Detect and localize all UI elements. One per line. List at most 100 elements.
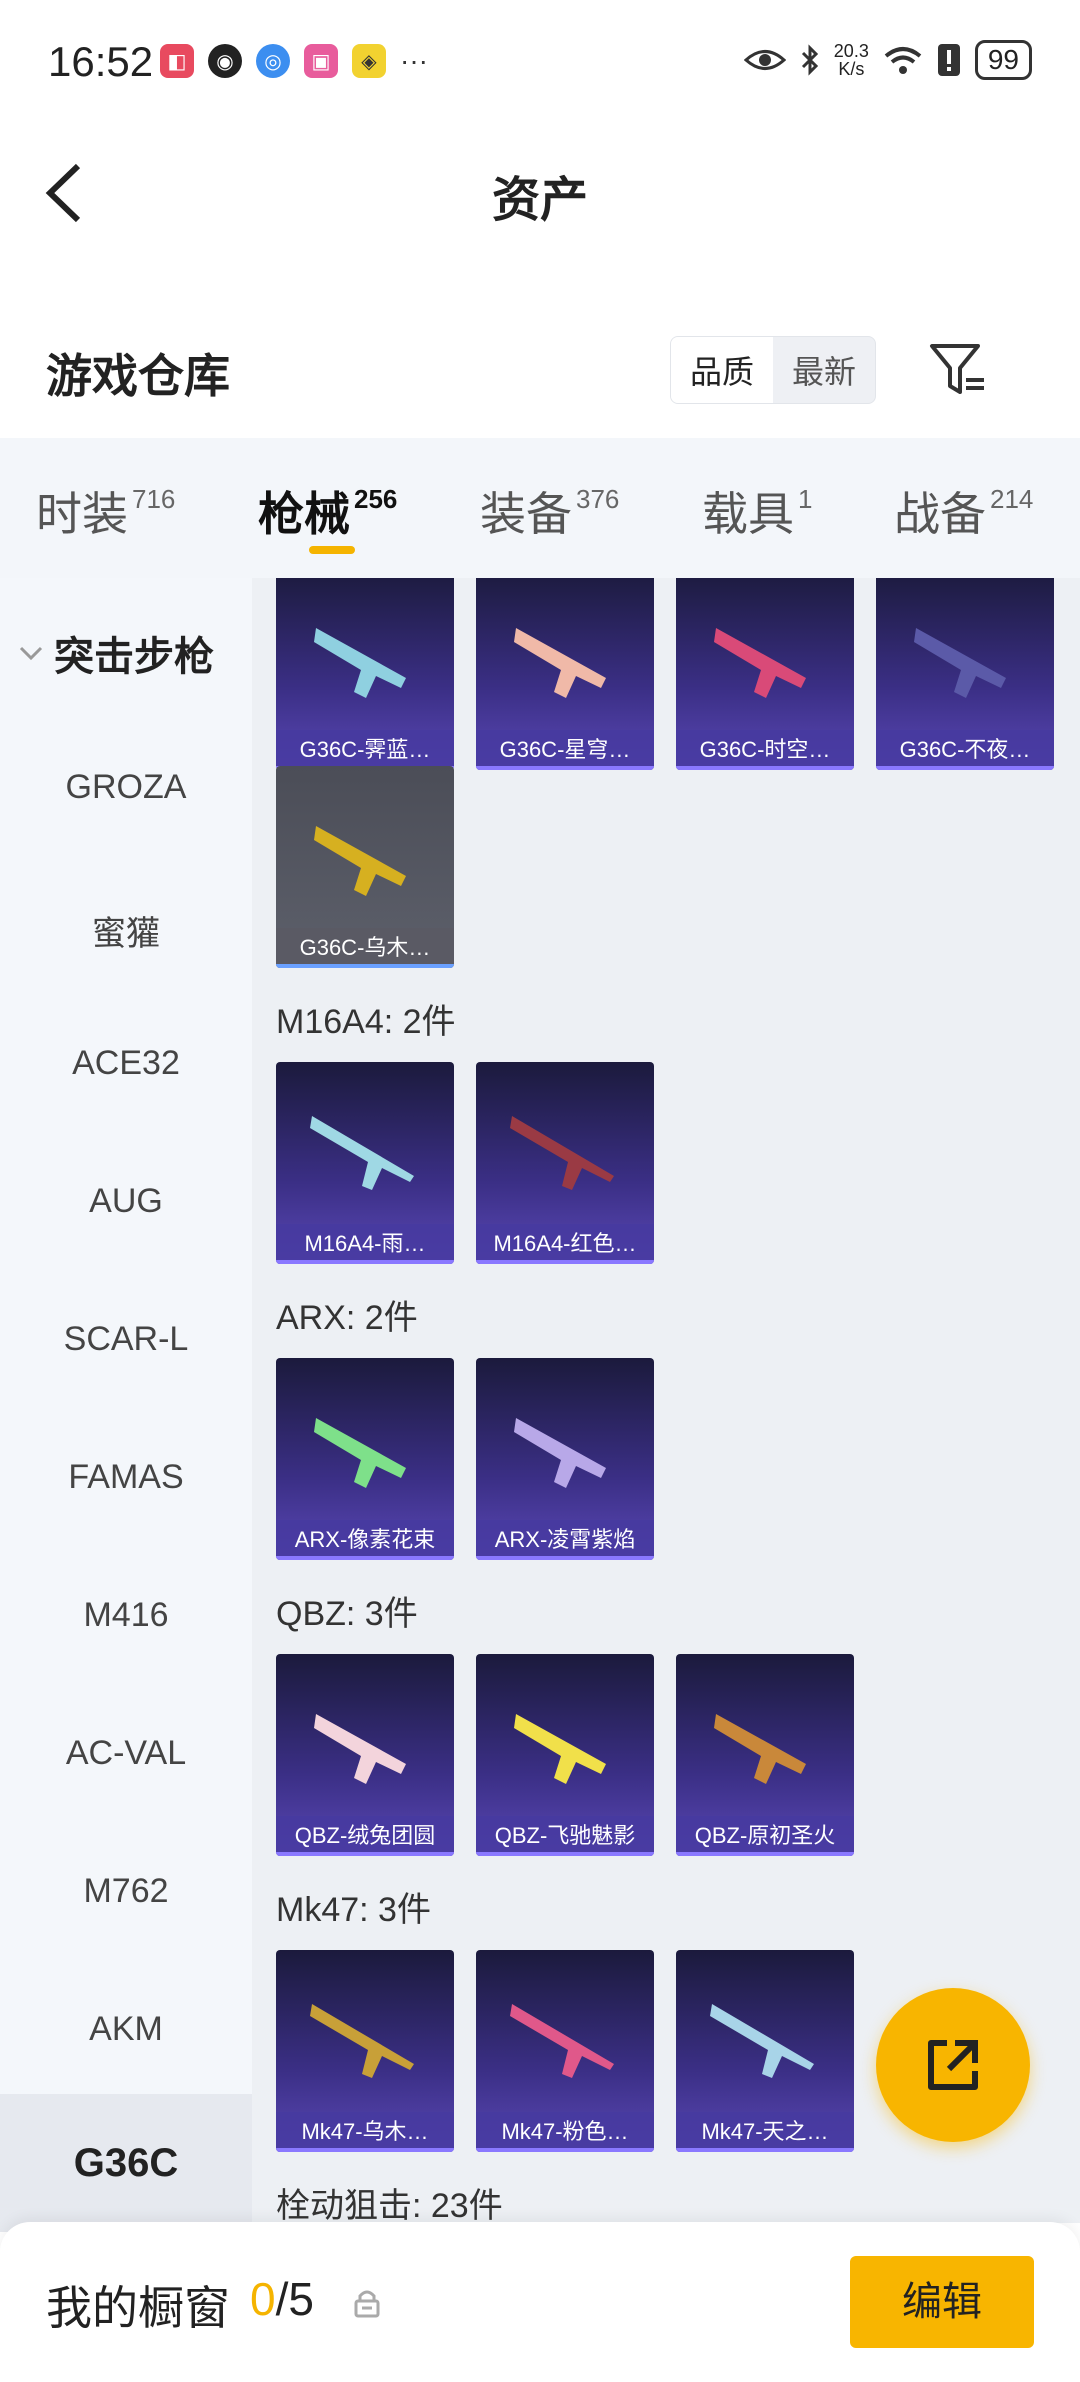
rifle-icon — [510, 2004, 614, 2078]
skin-card-label: Mk47-乌木… — [276, 2112, 454, 2152]
section-sniper-label: 栓动狙击: 23件 — [276, 2187, 503, 2223]
more-notifications-icon: ··· — [400, 45, 428, 76]
skin-card[interactable]: G36C-星穹… — [476, 578, 654, 770]
active-tab-indicator — [309, 546, 355, 554]
sidebar-item-honey-badger[interactable]: 蜜獾 — [0, 906, 252, 955]
rifle-icon — [714, 1714, 806, 1784]
section-m16a4-label: M16A4: 2件 — [276, 1003, 456, 1041]
sidebar-item-akm[interactable]: AKM — [0, 2010, 252, 2049]
skin-card[interactable]: G36C-时空… — [676, 578, 854, 770]
showcase-bar: 我的橱窗 0/5 编辑 — [0, 2222, 1080, 2382]
skin-card-label: G36C-星穹… — [476, 730, 654, 770]
rifle-icon — [710, 2004, 814, 2078]
skin-card[interactable]: G36C-不夜… — [876, 578, 1054, 770]
alert-icon — [937, 44, 960, 76]
skin-card[interactable]: G36C-霁蓝… — [276, 578, 454, 770]
filter-icon — [930, 344, 984, 394]
skin-card[interactable]: QBZ-绒兔团圆 — [276, 1654, 454, 1856]
lock-icon — [354, 2290, 380, 2318]
sidebar-item-famas[interactable]: FAMAS — [0, 1458, 252, 1497]
bluetooth-icon — [801, 44, 818, 76]
sidebar-item-scar-l[interactable]: SCAR-L — [0, 1320, 252, 1359]
tab-vehicles[interactable]: 载具 1 — [702, 478, 812, 544]
tab-equipment[interactable]: 装备 376 — [480, 478, 619, 544]
showcase-title: 我的橱窗 — [46, 2282, 230, 2334]
sidebar-item-m762[interactable]: M762 — [0, 1872, 252, 1911]
skin-card[interactable]: G36C-乌木… — [276, 766, 454, 968]
skin-card-label: Mk47-粉色… — [476, 2112, 654, 2152]
rifle-icon — [314, 628, 406, 698]
section-qbz-label: QBZ: 3件 — [276, 1595, 418, 1633]
skin-card-label: Mk47-天之… — [676, 2112, 854, 2152]
section-mk47-label: Mk47: 3件 — [276, 1891, 431, 1929]
tab-guns[interactable]: 枪械 256 — [258, 478, 397, 544]
rifle-icon — [514, 1714, 606, 1784]
skin-card-label: QBZ-飞驰魅影 — [476, 1816, 654, 1856]
skin-card[interactable]: QBZ-飞驰魅影 — [476, 1654, 654, 1856]
skin-card-label: M16A4-红色… — [476, 1224, 654, 1264]
rifle-icon — [514, 628, 606, 698]
qq-app-icon: ◉ — [208, 44, 242, 78]
weapon-skin-grid: G36C-霁蓝… G36C-星穹… G36C-时空… G36C-不夜… G36C… — [252, 578, 1080, 2223]
battery-indicator: 99 — [974, 40, 1032, 80]
page-title: 资产 — [491, 174, 588, 227]
sort-toggle: 品质 最新 — [670, 336, 876, 404]
status-app-icons: ◧ ◉ ◎ ▣ ◈ ··· — [160, 44, 428, 78]
share-float-button[interactable] — [876, 1988, 1030, 2142]
sort-quality-button[interactable]: 品质 — [671, 337, 773, 403]
skin-card-label: G36C-不夜… — [876, 730, 1054, 770]
sidebar-item-groza[interactable]: GROZA — [0, 768, 252, 807]
sidebar-item-m416[interactable]: M416 — [0, 1596, 252, 1635]
skin-card-label: QBZ-绒兔团圆 — [276, 1816, 454, 1856]
skin-card-label: ARX-凌霄紫焰 — [476, 1520, 654, 1560]
skin-card[interactable]: M16A4-红色… — [476, 1062, 654, 1264]
skin-card-label: G36C-时空… — [676, 730, 854, 770]
rifle-icon — [510, 1116, 614, 1190]
rifle-icon — [514, 1418, 606, 1488]
skin-card-label: QBZ-原初圣火 — [676, 1816, 854, 1856]
skin-card-label: G36C-霁蓝… — [276, 730, 454, 770]
skin-card[interactable]: Mk47-乌木… — [276, 1950, 454, 2152]
rifle-icon — [314, 1418, 406, 1488]
rifle-icon — [714, 628, 806, 698]
game-app-icon: ◈ — [352, 44, 386, 78]
skin-card-label: G36C-乌木… — [276, 928, 454, 968]
edit-button[interactable]: 编辑 — [850, 2256, 1034, 2348]
rifle-icon — [314, 826, 406, 896]
skin-card[interactable]: ARX-凌霄紫焰 — [476, 1358, 654, 1560]
wifi-icon — [884, 47, 922, 74]
sidebar-item-ace32[interactable]: ACE32 — [0, 1044, 252, 1083]
skin-card[interactable]: ARX-像素花束 — [276, 1358, 454, 1560]
category-tabs: 时装 716 枪械 256 装备 376 载具 1 战备 214 — [0, 438, 1080, 578]
rifle-icon — [310, 1116, 414, 1190]
shopping-app-icon: ◧ — [160, 44, 194, 78]
skin-card-label: M16A4-雨… — [276, 1224, 454, 1264]
filter-button[interactable] — [928, 340, 988, 400]
skin-card-label: ARX-像素花束 — [276, 1520, 454, 1560]
sidebar-item-ac-val[interactable]: AC-VAL — [0, 1734, 252, 1773]
sort-latest-button[interactable]: 最新 — [773, 337, 875, 403]
tab-fashion[interactable]: 时装 716 — [36, 478, 175, 544]
status-time: 16:52 — [48, 38, 154, 85]
showcase-count: 0/5 — [250, 2273, 314, 2325]
tab-combat-gear[interactable]: 战备 214 — [894, 478, 1033, 544]
video-app-icon: ▣ — [304, 44, 338, 78]
status-bar: 16:52 ◧ ◉ ◎ ▣ ◈ ··· 20.3 K/s 99 — [0, 0, 1080, 120]
chevron-down-icon — [19, 646, 43, 661]
section-arx-label: ARX: 2件 — [276, 1299, 418, 1337]
rifle-icon — [310, 2004, 414, 2078]
sidebar-item-g36c[interactable]: G36C — [0, 2094, 252, 2232]
page-header: 资产 — [0, 120, 1080, 255]
skin-card[interactable]: QBZ-原初圣火 — [676, 1654, 854, 1856]
skin-card[interactable]: Mk47-天之… — [676, 1950, 854, 2152]
weapon-sidebar: 突击步枪 GROZA 蜜獾 ACE32 AUG SCAR-L FAMAS M41… — [0, 578, 252, 2232]
eye-icon — [743, 50, 786, 70]
sidebar-item-aug[interactable]: AUG — [0, 1182, 252, 1221]
skin-card[interactable]: Mk47-粉色… — [476, 1950, 654, 2152]
skin-card[interactable]: M16A4-雨… — [276, 1062, 454, 1264]
rifle-icon — [914, 628, 1006, 698]
sidebar-group-assault-rifles[interactable]: 突击步枪 — [18, 624, 214, 682]
status-indicators: 20.3 K/s 99 — [743, 40, 1032, 80]
network-speed: 20.3 K/s — [833, 41, 869, 79]
warehouse-title: 游戏仓库 — [46, 350, 230, 402]
